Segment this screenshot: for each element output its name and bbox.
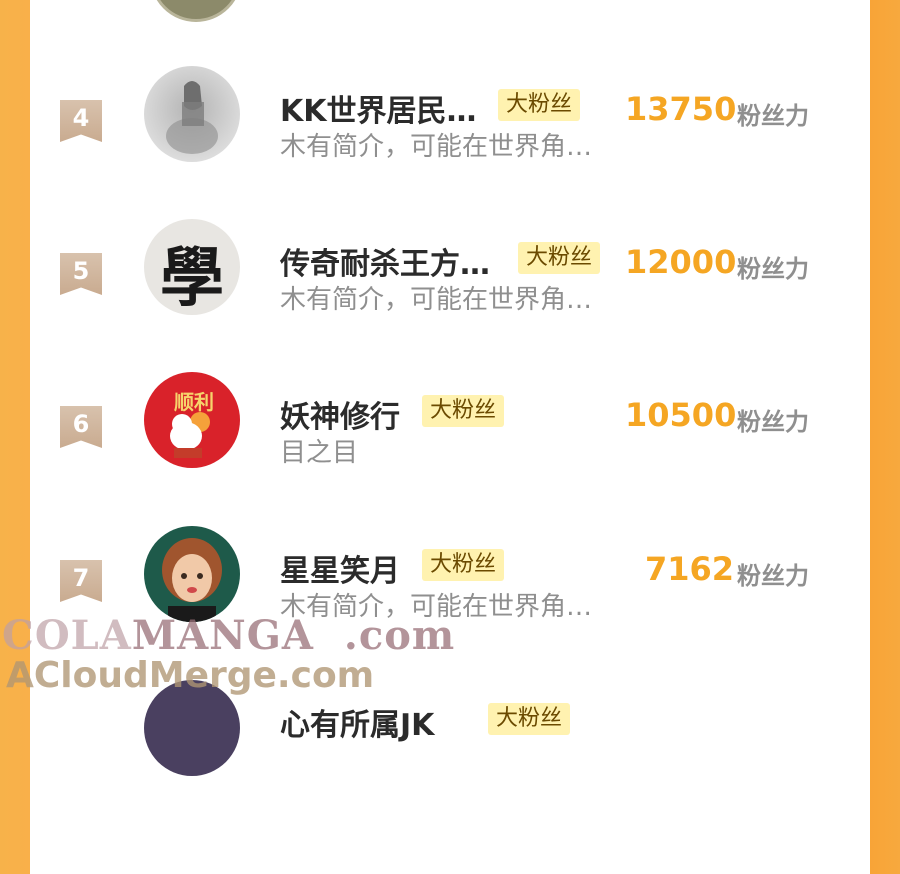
avatar-partial-top[interactable] <box>150 0 242 22</box>
user-name[interactable]: KK世界居民… <box>280 86 477 130</box>
avatar[interactable] <box>144 526 240 622</box>
rank-badge: 6 <box>60 406 102 448</box>
watermark-acloudmerge: ACloudMerge.com <box>6 655 375 696</box>
fan-score-unit: 粉丝力 <box>737 255 809 283</box>
fan-level-badge: 大粉丝 <box>518 242 601 274</box>
rank-badge: 4 <box>60 100 102 142</box>
user-name[interactable]: 心有所属JK <box>280 700 434 744</box>
avatar[interactable]: 顺利 <box>144 372 240 468</box>
fan-level-badge: 大粉丝 <box>422 395 505 427</box>
user-bio: 木有简介，可能在世界角… <box>280 285 593 315</box>
fan-level-badge: 大粉丝 <box>498 89 581 121</box>
user-name[interactable]: 妖神修行 <box>280 392 400 436</box>
avatar-calligraphy: 學 <box>160 241 224 315</box>
avatar[interactable] <box>144 66 240 162</box>
watermark-part: COLA <box>2 612 132 659</box>
user-bio: 目之目 <box>280 438 359 468</box>
fan-score: 12000 <box>625 243 737 281</box>
watermark-part: .com <box>343 612 456 659</box>
list-item[interactable]: 心有所属JK 大粉丝 <box>30 680 870 874</box>
fan-score: 10500 <box>625 396 737 434</box>
ranking-list: 4 KK世界居民… 大粉丝 木有简介，可能在世界角… 13750 粉丝力 5 學 <box>30 0 870 776</box>
avatar[interactable]: 學 <box>144 219 240 315</box>
fan-level-badge: 大粉丝 <box>488 703 571 735</box>
rank-badge: 7 <box>60 560 102 602</box>
user-name[interactable]: 传奇耐杀王方… <box>280 239 490 283</box>
fan-score-unit: 粉丝力 <box>737 562 809 590</box>
watermark-colamanga: COLAMANGA .com <box>2 612 455 659</box>
fan-score: 7162 <box>645 550 735 588</box>
fan-score-unit: 粉丝力 <box>737 102 809 130</box>
user-bio: 木有简介，可能在世界角… <box>280 132 593 162</box>
fan-level-badge: 大粉丝 <box>422 549 505 581</box>
watermark-part: MANGA <box>131 612 314 659</box>
fan-score: 13750 <box>625 90 737 128</box>
user-name[interactable]: 星星笑月 <box>280 546 400 590</box>
fan-score-unit: 粉丝力 <box>737 408 809 436</box>
rank-badge: 5 <box>60 253 102 295</box>
